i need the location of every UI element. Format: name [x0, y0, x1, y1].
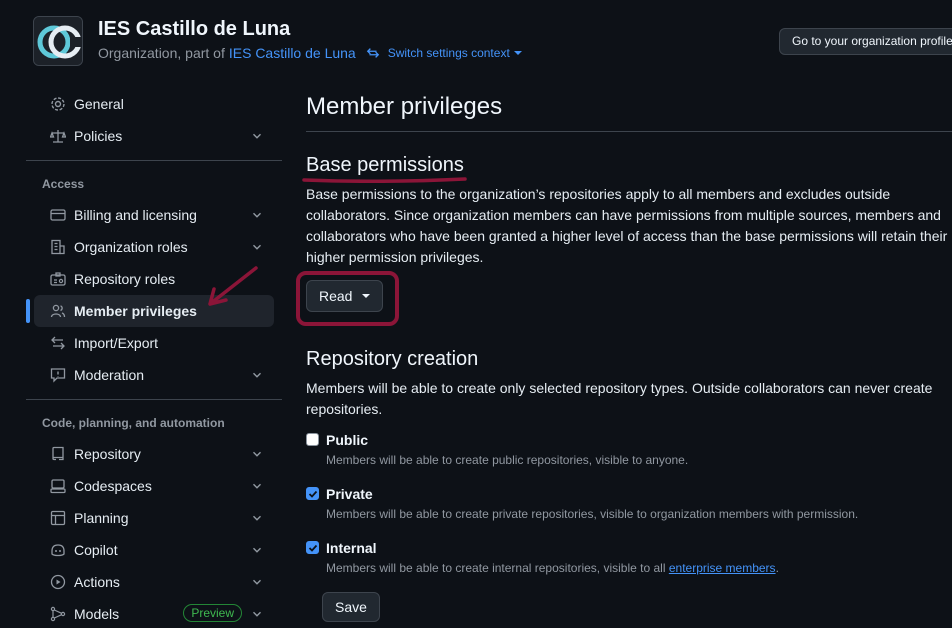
option-title: Private — [326, 486, 373, 502]
chevron-down-icon — [253, 515, 261, 521]
arrow-switch-icon — [50, 335, 66, 351]
option-description-suffix: . — [775, 561, 779, 575]
chevron-down-icon — [253, 483, 261, 489]
annotation-arrow-icon — [208, 266, 258, 306]
caret-down-icon — [513, 51, 522, 55]
sidebar-item-organization-roles[interactable]: Organization roles — [34, 231, 274, 263]
org-name: IES Castillo de Luna — [98, 18, 291, 40]
report-icon — [50, 367, 66, 383]
sidebar-item-planning[interactable]: Planning — [34, 502, 274, 534]
check-icon — [308, 544, 317, 552]
sidebar-divider — [26, 160, 282, 161]
sidebar-item-label: Repository — [74, 446, 141, 462]
annotation-underline — [302, 177, 467, 183]
option-private: Private Members will be able to create p… — [306, 484, 952, 524]
org-profile-button[interactable]: Go to your organization profile — [779, 28, 952, 55]
internal-checkbox[interactable] — [306, 541, 319, 554]
switch-context-label: Switch settings context — [387, 46, 510, 60]
table-icon — [50, 510, 66, 526]
sidebar-group-code: Code, planning, and automation — [42, 416, 225, 430]
option-public: Public Members will be able to create pu… — [306, 430, 952, 470]
codespaces-icon — [50, 478, 66, 494]
sidebar-item-copilot[interactable]: Copilot — [34, 534, 274, 566]
sidebar-item-label: Actions — [74, 574, 120, 590]
base-permissions-heading: Base permissions — [306, 154, 464, 176]
option-description: Members will be able to create private r… — [326, 507, 859, 521]
arrow-switch-icon — [366, 48, 379, 58]
sidebar-item-label: Organization roles — [74, 239, 188, 255]
people-icon — [50, 303, 66, 319]
sidebar-item-label: Policies — [74, 128, 123, 144]
sidebar-item-policies[interactable]: Policies — [34, 120, 274, 152]
sidebar-item-label: Models — [74, 606, 120, 622]
option-title: Internal — [326, 540, 377, 556]
sidebar-item-billing[interactable]: Billing and licensing — [34, 199, 274, 231]
sidebar-item-label: Member privileges — [74, 303, 197, 319]
sidebar-item-label: Repository roles — [74, 271, 176, 287]
option-description-text: Members will be able to create internal … — [326, 561, 666, 575]
org-subtitle-prefix: Organization, part of — [98, 45, 225, 61]
sidebar-item-models[interactable]: Models Preview — [34, 598, 274, 628]
parent-org-link[interactable]: IES Castillo de Luna — [229, 45, 356, 61]
sidebar-item-label: Moderation — [74, 367, 145, 383]
active-indicator — [26, 299, 30, 323]
settings-sidebar: General Policies Access Billing and lice… — [26, 88, 282, 628]
gear-icon — [50, 96, 66, 112]
switch-context-button[interactable]: Switch settings context — [366, 46, 522, 60]
annotation-highlight-box — [296, 271, 399, 326]
sidebar-item-general[interactable]: General — [34, 88, 274, 120]
sidebar-item-label: Planning — [74, 510, 129, 526]
option-internal: Internal Members will be able to create … — [306, 538, 952, 578]
option-description: Members will be able to create public re… — [326, 453, 689, 467]
sidebar-item-label: Billing and licensing — [74, 207, 197, 223]
law-icon — [50, 128, 66, 144]
sidebar-item-codespaces[interactable]: Codespaces — [34, 470, 274, 502]
public-checkbox[interactable] — [306, 433, 319, 446]
sidebar-item-label: Codespaces — [74, 478, 152, 494]
repo-icon — [50, 446, 66, 462]
sidebar-item-repository[interactable]: Repository — [34, 438, 274, 470]
models-icon — [50, 606, 66, 622]
chevron-down-icon — [253, 244, 261, 250]
private-checkbox[interactable] — [306, 487, 319, 500]
save-button[interactable]: Save — [322, 592, 380, 622]
chevron-down-icon — [253, 611, 261, 617]
chevron-down-icon — [253, 372, 261, 378]
option-description: Members will be able to create internal … — [326, 558, 952, 578]
main-content: Member privileges Base permissions Base … — [306, 88, 952, 622]
org-subtitle: Organization, part of IES Castillo de Lu… — [98, 45, 522, 61]
organization-icon — [50, 239, 66, 255]
play-icon — [50, 574, 66, 590]
base-permissions-description: Base permissions to the organization’s r… — [306, 186, 948, 265]
sidebar-item-label: General — [74, 96, 124, 112]
repository-creation-heading: Repository creation — [306, 348, 479, 370]
chevron-down-icon — [253, 547, 261, 553]
sidebar-divider — [26, 399, 282, 400]
sidebar-item-import-export[interactable]: Import/Export — [34, 327, 274, 359]
sidebar-item-label: Copilot — [74, 542, 118, 558]
copilot-icon — [50, 542, 66, 558]
sidebar-group-access: Access — [42, 177, 85, 191]
option-title: Public — [326, 432, 369, 448]
sidebar-item-moderation[interactable]: Moderation — [34, 359, 274, 391]
sidebar-item-actions[interactable]: Actions — [34, 566, 274, 598]
preview-badge: Preview — [183, 604, 242, 622]
page-title: Member privileges — [306, 88, 952, 132]
sidebar-item-label: Import/Export — [74, 335, 159, 351]
enterprise-members-link[interactable]: enterprise members — [669, 561, 776, 575]
org-avatar[interactable] — [33, 16, 83, 66]
chevron-down-icon — [253, 451, 261, 457]
credit-card-icon — [50, 207, 66, 223]
chevron-down-icon — [253, 579, 261, 585]
repository-creation-description: Members will be able to create only sele… — [306, 380, 933, 417]
chevron-down-icon — [253, 133, 261, 139]
id-badge-icon — [50, 271, 66, 287]
chevron-down-icon — [253, 212, 261, 218]
check-icon — [308, 490, 317, 498]
